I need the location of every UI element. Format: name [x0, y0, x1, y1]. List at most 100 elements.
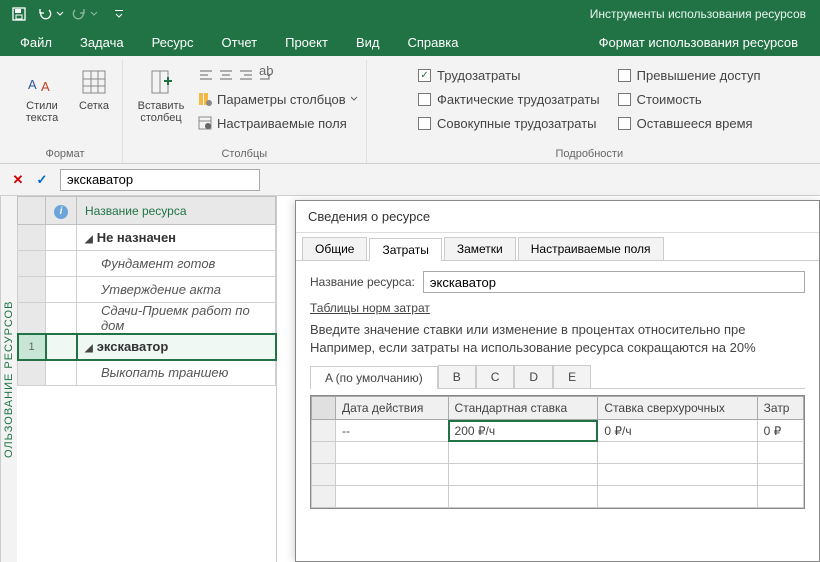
- rate-col-ovt[interactable]: Ставка сверхурочных: [598, 397, 757, 420]
- chk-remaining-label: Оставшееся время: [637, 116, 753, 131]
- chk-work[interactable]: ✓Трудозатраты: [418, 64, 600, 86]
- tab-help[interactable]: Справка: [393, 29, 472, 56]
- chk-remaining[interactable]: Оставшееся время: [618, 112, 761, 134]
- rate-cell-per[interactable]: 0 ₽: [757, 420, 803, 442]
- grid-row[interactable]: 1 ◢экскаватор: [18, 334, 276, 360]
- tab-file[interactable]: Файл: [6, 29, 66, 56]
- dlg-tab-costs[interactable]: Затраты: [369, 238, 441, 261]
- insert-column-button[interactable]: Вставить столбец: [131, 64, 191, 126]
- grid-row[interactable]: Сдачи-Приемк работ по дом: [18, 303, 276, 334]
- cancel-edit-icon[interactable]: ✕: [8, 172, 28, 188]
- checkbox-checked-icon: ✓: [418, 69, 431, 82]
- info-icon: i: [54, 205, 68, 219]
- rate-col-date[interactable]: Дата действия: [336, 397, 449, 420]
- tab-resource[interactable]: Ресурс: [138, 29, 208, 56]
- save-icon[interactable]: [6, 1, 32, 27]
- row-index[interactable]: [18, 225, 46, 251]
- tab-report[interactable]: Отчет: [208, 29, 272, 56]
- tab-project[interactable]: Проект: [271, 29, 342, 56]
- gridlines-label: Сетка: [79, 100, 109, 112]
- chk-actual-label: Фактические трудозатраты: [437, 92, 600, 107]
- checkbox-icon: [618, 69, 631, 82]
- group-details-label: Подробности: [556, 145, 624, 163]
- row-name[interactable]: Сдачи-Приемк работ по дом: [77, 303, 276, 334]
- gridlines-button[interactable]: Сетка: [74, 64, 114, 114]
- resource-name-label: Название ресурса:: [310, 275, 415, 289]
- row-index[interactable]: [18, 277, 46, 303]
- text-styles-button[interactable]: AA Стили текста: [16, 64, 68, 126]
- chk-overalloc[interactable]: Превышение доступ: [618, 64, 761, 86]
- rate-rowhdr[interactable]: [312, 420, 336, 442]
- row-name[interactable]: Выкопать траншею: [77, 360, 276, 386]
- group-columns-label: Столбцы: [221, 145, 267, 163]
- chk-cumulative-label: Совокупные трудозатраты: [437, 116, 596, 131]
- tab-view[interactable]: Вид: [342, 29, 394, 56]
- rate-help-text: Введите значение ставки или изменение в …: [310, 321, 805, 357]
- rate-tab-b[interactable]: B: [438, 365, 476, 388]
- row-info[interactable]: [46, 334, 77, 360]
- dlg-tab-general[interactable]: Общие: [302, 237, 367, 260]
- row-name[interactable]: Утверждение акта: [77, 277, 276, 303]
- row-info[interactable]: [46, 251, 77, 277]
- row-index[interactable]: [18, 360, 46, 386]
- grid-row[interactable]: Фундамент готов: [18, 251, 276, 277]
- rate-cell-std[interactable]: 200 ₽/ч: [448, 420, 598, 442]
- wrap-text-button[interactable]: ab: [257, 64, 275, 86]
- rate-tab-e[interactable]: E: [553, 365, 591, 388]
- rate-table[interactable]: Дата действия Стандартная ставка Ставка …: [310, 395, 805, 509]
- chk-cumulative[interactable]: Совокупные трудозатраты: [418, 112, 600, 134]
- rate-corner[interactable]: [312, 397, 336, 420]
- rate-tables-label: Таблицы норм затрат: [310, 301, 805, 315]
- row-info[interactable]: [46, 303, 77, 334]
- row-name[interactable]: Фундамент готов: [77, 251, 276, 277]
- custom-fields-label: Настраиваемые поля: [217, 116, 347, 131]
- entry-bar-input[interactable]: [60, 169, 260, 191]
- checkbox-icon: [618, 93, 631, 106]
- row-info[interactable]: [46, 225, 77, 251]
- column-settings-button[interactable]: Параметры столбцов: [197, 88, 358, 110]
- tab-task[interactable]: Задача: [66, 29, 138, 56]
- rate-cell-date[interactable]: --: [336, 420, 449, 442]
- grid-icon: [78, 66, 110, 98]
- align-center-button[interactable]: [217, 64, 235, 86]
- grid-row[interactable]: Утверждение акта: [18, 277, 276, 303]
- grid-row[interactable]: Выкопать траншею: [18, 360, 276, 386]
- align-left-button[interactable]: [197, 64, 215, 86]
- undo-dropdown-icon[interactable]: [54, 1, 66, 27]
- align-right-button[interactable]: [237, 64, 255, 86]
- chk-cost[interactable]: Стоимость: [618, 88, 761, 110]
- custom-fields-icon: [197, 115, 213, 131]
- dlg-tab-notes[interactable]: Заметки: [444, 237, 516, 260]
- insert-column-label: Вставить столбец: [133, 100, 189, 124]
- col-header-info[interactable]: i: [46, 197, 77, 225]
- text-styles-icon: AA: [26, 66, 58, 98]
- chk-cost-label: Стоимость: [637, 92, 702, 107]
- rate-tab-a[interactable]: A (по умолчанию): [310, 366, 438, 389]
- row-name[interactable]: ◢Не назначен: [77, 225, 276, 251]
- rate-col-std[interactable]: Стандартная ставка: [448, 397, 598, 420]
- confirm-edit-icon[interactable]: ✓: [32, 172, 52, 188]
- column-settings-icon: [197, 91, 213, 107]
- row-index[interactable]: [18, 251, 46, 277]
- row-info[interactable]: [46, 360, 77, 386]
- rate-col-per[interactable]: Затр: [757, 397, 803, 420]
- chk-actual[interactable]: Фактические трудозатраты: [418, 88, 600, 110]
- tab-format[interactable]: Формат использования ресурсов: [583, 29, 814, 56]
- row-index[interactable]: 1: [18, 334, 46, 360]
- row-info[interactable]: [46, 277, 77, 303]
- rate-tab-d[interactable]: D: [514, 365, 553, 388]
- col-header-index[interactable]: [18, 197, 46, 225]
- grid-row[interactable]: ◢Не назначен: [18, 225, 276, 251]
- redo-dropdown-icon[interactable]: [88, 1, 100, 27]
- row-index[interactable]: [18, 303, 46, 334]
- resource-grid[interactable]: i Название ресурса ◢Не назначенФундамент…: [17, 196, 277, 562]
- dlg-tab-custom[interactable]: Настраиваемые поля: [518, 237, 664, 260]
- resource-info-dialog: Сведения о ресурсе Общие Затраты Заметки…: [295, 200, 820, 562]
- rate-tab-c[interactable]: C: [476, 365, 515, 388]
- col-header-name[interactable]: Название ресурса: [77, 197, 276, 225]
- rate-cell-ovt[interactable]: 0 ₽/ч: [598, 420, 757, 442]
- row-name[interactable]: ◢экскаватор: [77, 334, 276, 360]
- resource-name-input[interactable]: [423, 271, 805, 293]
- custom-fields-button[interactable]: Настраиваемые поля: [197, 112, 358, 134]
- qat-customize-icon[interactable]: [106, 1, 132, 27]
